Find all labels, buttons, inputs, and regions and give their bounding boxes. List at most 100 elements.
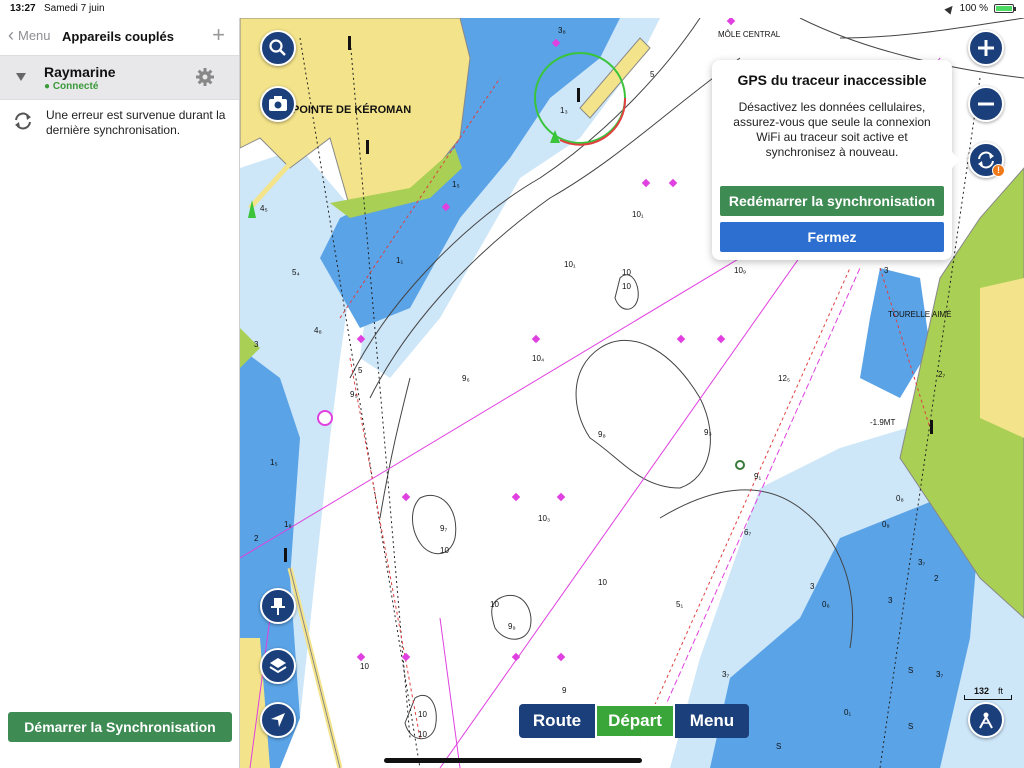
depth-sounding: S [776,742,782,751]
depth-sounding: 0₆ [822,600,830,609]
pin-icon [271,598,285,615]
zoom-in-button[interactable] [968,30,1004,66]
depth-sounding: 2 [254,534,259,543]
device-status: ● Connecté [44,81,99,92]
back-label: Menu [18,27,51,43]
sync-icon [15,112,31,130]
compass-button[interactable] [968,702,1004,738]
compass-icon [979,712,993,729]
depth-sounding: 9₆ [462,374,470,383]
page-title: Appareils couplés [62,29,174,44]
zoom-out-button[interactable] [968,86,1004,122]
minus-icon [978,102,994,106]
restart-sync-button[interactable]: Redémarrer la synchronisation [720,186,944,216]
label-tourelle-aime: TOURELLE AIMÉ [888,310,952,319]
depth-sounding: 3 [254,340,259,349]
depth-sounding: 10₁ [564,260,576,269]
label-mole-central: MÔLE CENTRAL [718,30,781,39]
depth-sounding: 5 [358,366,363,375]
home-indicator[interactable] [384,758,642,763]
pin-button[interactable] [260,588,296,624]
depth-sounding: 0₉ [882,520,890,529]
scale-bar: 132 ft [964,686,1012,700]
depth-sounding: 10₄ [532,354,545,363]
contour-5 [614,274,639,310]
depth-sounding: 9₇ [440,524,448,533]
camera-button[interactable] [260,86,296,122]
contour-1 [575,339,711,489]
sync-error-popup: GPS du traceur inaccessible Désactivez l… [712,60,960,260]
depth-sounding: 1₉ [284,520,292,529]
sidebar: ‹ Menu Appareils couplés + Raymarine ● C… [0,18,240,768]
depth-sounding: 3 [884,266,889,275]
depth-sounding: 1₃ [560,106,568,115]
route-line-magenta-4 [439,617,461,768]
device-row-raymarine[interactable]: Raymarine ● Connecté [0,56,239,100]
label-pointe-keroman: POINTE DE KÉROMAN [292,104,412,116]
depth-sounding: 0₁ [844,708,852,717]
status-time: 13:27 [10,3,36,14]
depth-sounding: 10 [418,710,427,719]
depth-sounding: 10 [360,662,369,671]
depth-sounding: 3₈ [558,26,566,35]
battery-fill [996,6,1012,11]
depart-button[interactable]: Départ [595,704,675,738]
depth-sounding: S [908,666,914,675]
depth-sounding: 9₃ [704,428,712,437]
depth-sounding: 9₉ [508,622,516,631]
bottom-nav-bar: Route Départ Menu [519,704,749,738]
depth-sounding: 9₅ [350,390,358,399]
depth-sounding: 4₅ [260,204,268,213]
depth-sounding: 1₁ [396,256,404,265]
depth-sounding: 3₇ [722,670,730,679]
depth-sounding: 10 [622,268,631,277]
depth-sounding: 10 [418,730,427,739]
depth-sounding: 3 [810,582,815,591]
depth-sounding: 5₄ [292,268,300,277]
start-sync-button[interactable]: Démarrer la Synchronisation [8,712,232,742]
close-button[interactable]: Fermez [720,222,944,252]
depth-sounding: 1₅ [452,180,460,189]
battery-icon [994,4,1016,13]
depth-sounding: 0₈ [896,494,904,503]
back-button[interactable]: ‹ Menu [8,26,51,44]
nautical-chart[interactable]: POINTE DE KÉROMAN MÔLE CENTRAL TOURELLE … [240,18,1024,768]
battery-percent: 100 % [959,3,988,14]
layers-button[interactable] [260,648,296,684]
route-line-red-2 [349,357,421,739]
sidebar-nav-bar: ‹ Menu Appareils couplés + [0,18,239,56]
status-right: 100 % [944,2,1016,15]
layers-icon [269,658,287,674]
locate-button[interactable] [260,702,296,738]
disclosure-triangle-icon[interactable] [16,73,26,81]
search-button[interactable] [260,30,296,66]
menu-button[interactable]: Menu [675,704,749,738]
camera-icon [269,96,287,111]
depth-sounding: 6₇ [744,528,752,537]
depth-sounding: 5 [650,70,655,79]
depth-sounding: 9₈ [598,430,606,439]
scale-bar-line [964,695,1012,700]
depth-sounding: 10 [598,578,607,587]
depth-sounding: 10₃ [538,514,551,523]
warning-badge-icon: ! [992,164,1005,177]
depth-sounding: 1₅ [270,458,278,467]
popup-title: GPS du traceur inaccessible [737,72,927,88]
depth-sounding: 10 [622,282,631,291]
depth-sounding: 4₈ [314,326,322,335]
depth-sounding: 10₉ [734,266,747,275]
land-right-yellow [980,278,1024,438]
depth-sounding: 10 [490,600,499,609]
depth-sounding: 3₇ [936,670,944,679]
contour-2 [412,494,457,555]
depth-sounding: 12₅ [778,374,791,383]
depth-sounding: S [908,722,914,731]
depth-sounding: 9 [562,686,567,695]
status-bar: 13:27 Samedi 7 juin 100 % [0,0,1024,18]
popup-body: Désactivez les données cellulaires, assu… [733,100,931,159]
status-date: Samedi 7 juin [44,3,105,14]
route-button[interactable]: Route [519,704,595,738]
plus-icon[interactable]: + [212,24,225,46]
gear-icon[interactable] [195,67,215,87]
navigation-arrow-icon [271,713,285,727]
